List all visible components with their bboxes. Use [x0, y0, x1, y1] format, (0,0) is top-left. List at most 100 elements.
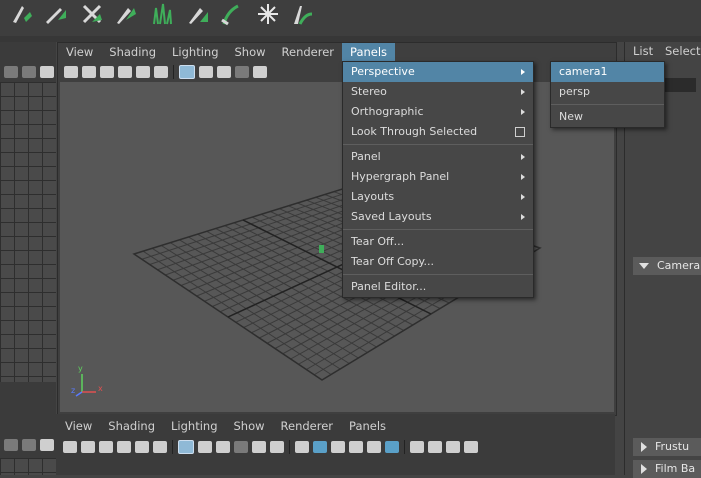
smooth-shade-icon[interactable]: [313, 441, 327, 453]
submenu-arrow-icon: [521, 214, 525, 220]
sculpt-tool-icon[interactable]: [10, 2, 34, 26]
menu-shading[interactable]: Shading: [100, 417, 163, 436]
toolbar-button[interactable]: [4, 66, 18, 78]
wireframe-icon[interactable]: [295, 441, 309, 453]
bottom-left-grid: [0, 458, 56, 475]
axis-gizmo: [75, 374, 96, 397]
film-gate-icon[interactable]: [198, 441, 212, 453]
menu-item-orthographic[interactable]: Orthographic: [343, 102, 533, 122]
bookmark-icon[interactable]: [99, 441, 113, 453]
anti-alias-icon[interactable]: [446, 441, 460, 453]
submenu-arrow-icon: [521, 109, 525, 115]
ambient-occlusion-icon[interactable]: [410, 441, 424, 453]
menu-view[interactable]: View: [58, 43, 101, 62]
tab-selected[interactable]: Selecte: [665, 44, 701, 58]
menu-view[interactable]: View: [57, 417, 100, 436]
menu-lighting[interactable]: Lighting: [164, 43, 226, 62]
menu-show[interactable]: Show: [227, 43, 274, 62]
submenu-item-camera1[interactable]: camera1: [551, 62, 664, 82]
submenu-arrow-icon: [521, 174, 525, 180]
image-plane-icon[interactable]: [118, 66, 132, 78]
bottom-viewport: View Shading Lighting Show Renderer Pane…: [57, 414, 615, 475]
wireframe-on-shaded-icon[interactable]: [331, 441, 345, 453]
bottom-viewport-toolbar: [61, 438, 480, 456]
section-camera[interactable]: Camera: [633, 257, 701, 275]
shadows-icon[interactable]: [385, 441, 399, 453]
toolbar-button[interactable]: [22, 439, 36, 451]
expanded-triangle-icon: [639, 263, 649, 269]
2d-pan-icon[interactable]: [135, 441, 149, 453]
axis-z-label: z: [71, 386, 76, 395]
menu-divider: [343, 144, 533, 145]
2d-pan-icon[interactable]: [136, 66, 150, 78]
menu-item-stereo[interactable]: Stereo: [343, 82, 533, 102]
grease-pencil-icon[interactable]: [153, 441, 167, 453]
comb-tool-icon[interactable]: [44, 2, 68, 26]
cut-tool-icon[interactable]: [80, 2, 104, 26]
camera-attributes-icon[interactable]: [81, 441, 95, 453]
select-icon[interactable]: [40, 439, 54, 451]
menu-panels[interactable]: Panels: [341, 417, 394, 436]
option-box-icon[interactable]: [515, 127, 525, 137]
isolate-select-icon[interactable]: [464, 441, 478, 453]
grow-tool-icon[interactable]: [220, 2, 244, 26]
textured-icon[interactable]: [349, 441, 363, 453]
smooth-tool-icon[interactable]: [186, 2, 210, 26]
menu-item-panel-editor[interactable]: Panel Editor...: [343, 277, 533, 297]
field-chart-icon[interactable]: [253, 66, 267, 78]
lights-icon[interactable]: [367, 441, 381, 453]
submenu-item-persp[interactable]: persp: [551, 82, 664, 102]
section-frustum[interactable]: Frustu: [633, 438, 701, 456]
left-viewport-grid[interactable]: [0, 82, 56, 382]
tab-list[interactable]: List: [633, 44, 653, 58]
menu-item-tear-off-copy[interactable]: Tear Off Copy...: [343, 252, 533, 272]
image-plane-icon[interactable]: [117, 441, 131, 453]
menu-item-look-through-selected[interactable]: Look Through Selected: [343, 122, 533, 142]
shelf: [0, 0, 701, 36]
gate-mask-icon[interactable]: [235, 66, 249, 78]
bookmark-icon[interactable]: [100, 66, 114, 78]
menu-item-panel[interactable]: Panel: [343, 147, 533, 167]
submenu-arrow-icon: [521, 194, 525, 200]
motion-blur-icon[interactable]: [428, 441, 442, 453]
menu-item-layouts[interactable]: Layouts: [343, 187, 533, 207]
menu-item-hypergraph-panel[interactable]: Hypergraph Panel: [343, 167, 533, 187]
grid-icon[interactable]: [178, 440, 194, 454]
bottom-viewport-menubar: View Shading Lighting Show Renderer Pane…: [57, 417, 394, 436]
camera-select-icon[interactable]: [63, 441, 77, 453]
resolution-gate-icon[interactable]: [216, 441, 230, 453]
submenu-item-new[interactable]: New: [551, 107, 664, 127]
bend-tool-icon[interactable]: [290, 2, 314, 26]
menu-divider: [343, 274, 533, 275]
resolution-gate-icon[interactable]: [217, 66, 231, 78]
menu-shading[interactable]: Shading: [101, 43, 164, 62]
perspective-submenu: camera1 persp New: [550, 61, 665, 128]
section-film-back[interactable]: Film Ba: [633, 460, 701, 478]
brush-tool-icon[interactable]: [114, 2, 138, 26]
menu-renderer[interactable]: Renderer: [273, 417, 342, 436]
safe-action-icon[interactable]: [270, 441, 284, 453]
gate-mask-icon[interactable]: [234, 441, 248, 453]
menu-divider: [551, 104, 664, 105]
film-gate-icon[interactable]: [199, 66, 213, 78]
grass-tool-icon[interactable]: [150, 2, 174, 26]
toolbar-button[interactable]: [22, 66, 36, 78]
menu-lighting[interactable]: Lighting: [163, 417, 225, 436]
camera-attributes-icon[interactable]: [82, 66, 96, 78]
submenu-arrow-icon: [521, 154, 525, 160]
select-icon[interactable]: [40, 66, 54, 78]
menu-renderer[interactable]: Renderer: [274, 43, 343, 62]
menu-panels[interactable]: Panels: [342, 43, 396, 62]
camera-select-icon[interactable]: [64, 66, 78, 78]
grid-icon[interactable]: [179, 65, 195, 79]
toolbar-button[interactable]: [4, 439, 18, 451]
panels-menu: Perspective Stereo Orthographic Look Thr…: [342, 61, 534, 298]
menu-item-saved-layouts[interactable]: Saved Layouts: [343, 207, 533, 227]
menu-item-perspective[interactable]: Perspective: [343, 62, 533, 82]
grease-pencil-icon[interactable]: [154, 66, 168, 78]
menu-show[interactable]: Show: [226, 417, 273, 436]
snowflake-icon[interactable]: [256, 2, 280, 26]
menu-item-tear-off[interactable]: Tear Off...: [343, 232, 533, 252]
field-chart-icon[interactable]: [252, 441, 266, 453]
submenu-arrow-icon: [521, 89, 525, 95]
